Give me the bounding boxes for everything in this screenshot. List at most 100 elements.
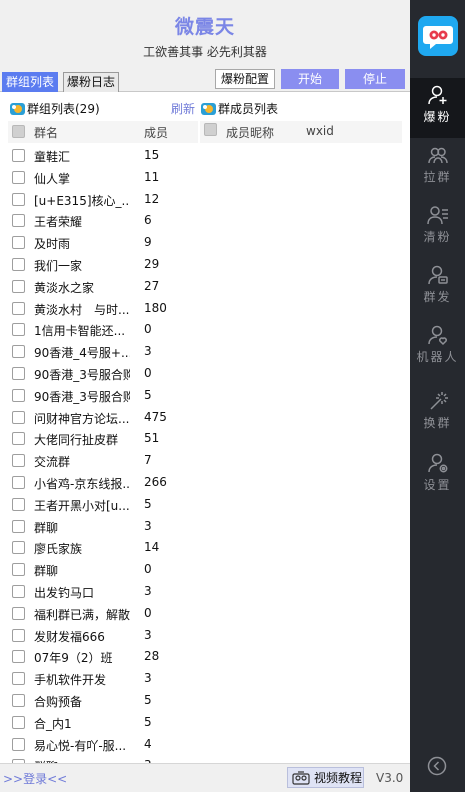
group-name: 群聊 (34, 564, 59, 579)
col-member-nickname: 成员昵称 (226, 126, 275, 140)
group-member-count: 15 (144, 148, 160, 162)
row-checkbox[interactable] (12, 301, 25, 315)
table-row[interactable]: 交流群 7 (0, 450, 200, 472)
nav-label: 机器人 (416, 350, 459, 364)
row-checkbox[interactable] (12, 737, 25, 751)
footer-bar: >>登录<< 视频教程 V3.0 (0, 763, 410, 792)
table-row[interactable]: 小省鸡-京东线报... 266 (0, 472, 200, 494)
table-row[interactable]: 王者开黑小对[u... 5 (0, 494, 200, 516)
member-table-header: 成员昵称 wxid (200, 121, 402, 143)
group-member-count: 5 (144, 714, 152, 729)
row-checkbox[interactable] (12, 279, 25, 293)
table-row[interactable]: 福利群已满，解散 0 (0, 603, 200, 625)
nav-settings[interactable]: 设置 (410, 446, 465, 506)
row-checkbox[interactable] (12, 519, 25, 533)
table-row[interactable]: 90香港_3号服合购 0 (0, 363, 200, 385)
table-row[interactable]: 廖氏家族 14 (0, 537, 200, 559)
table-row[interactable]: 90香港_4号服+... 3 (0, 341, 200, 363)
start-button[interactable]: 开始 (281, 69, 339, 89)
table-row[interactable]: 手机软件开发 3 (0, 668, 200, 690)
table-row[interactable]: 出发钓马口 3 (0, 581, 200, 603)
select-all-groups-checkbox[interactable] (12, 125, 25, 138)
group-list-title: 群组列表(29) (10, 100, 100, 117)
sidebar: 爆粉 拉群 清粉 群发 机器人 换群 设置 (410, 0, 465, 792)
video-tutorial-button[interactable]: 视频教程 (287, 767, 364, 788)
row-checkbox[interactable] (12, 149, 25, 162)
video-tutorial-label: 视频教程 (314, 771, 363, 785)
group-name: 小省鸡-京东线报... (34, 476, 130, 491)
member-list-title: 群成员列表 (201, 100, 278, 117)
table-row[interactable]: [u+E315]核心_... 12 (0, 189, 200, 211)
row-checkbox[interactable] (12, 650, 25, 664)
row-checkbox[interactable] (12, 345, 25, 359)
row-checkbox[interactable] (12, 257, 25, 271)
row-checkbox[interactable] (12, 410, 25, 424)
nav-label: 拉群 (423, 170, 452, 184)
table-row[interactable]: 合_内1 5 (0, 712, 200, 734)
row-checkbox[interactable] (12, 236, 25, 250)
table-row[interactable]: 90香港_3号服合购 5 (0, 385, 200, 407)
table-row[interactable]: 我们一家 29 (0, 254, 200, 276)
table-row[interactable]: 1信用卡智能还... 0 (0, 319, 200, 341)
group-member-count: 11 (144, 169, 160, 184)
row-checkbox[interactable] (12, 606, 25, 620)
row-checkbox[interactable] (12, 170, 25, 184)
row-checkbox[interactable] (12, 475, 25, 489)
table-row[interactable]: 合购预备 5 (0, 690, 200, 712)
nav-group-send[interactable]: 群发 (410, 258, 465, 318)
group-name: 出发钓马口 (34, 585, 95, 600)
refresh-link[interactable]: 刷新 (171, 100, 195, 117)
table-row[interactable]: 发财发福666 3 (0, 625, 200, 647)
row-checkbox[interactable] (12, 214, 25, 228)
table-row[interactable]: 王者荣耀 6 (0, 210, 200, 232)
col-group-members: 成员 (144, 126, 169, 140)
table-row[interactable]: 仙人掌 11 (0, 167, 200, 189)
row-checkbox[interactable] (12, 192, 25, 206)
nav-switch-group[interactable]: 换群 (410, 384, 465, 444)
select-all-members-checkbox[interactable] (204, 123, 217, 136)
collapse-button[interactable] (427, 756, 447, 776)
table-row[interactable]: 易心悦-有吖-服... 4 (0, 734, 200, 756)
login-link[interactable]: >>登录<< (3, 770, 67, 787)
app-slogan: 工欲善其事 必先利其器 (143, 45, 267, 59)
table-row[interactable]: 问财神官方论坛... 475 (0, 407, 200, 429)
penguin-icon (201, 102, 216, 116)
row-checkbox[interactable] (12, 432, 25, 446)
group-name: 1信用卡智能还... (34, 324, 126, 339)
user-message-icon (427, 265, 448, 285)
row-checkbox[interactable] (12, 672, 25, 686)
user-list-icon (426, 206, 448, 225)
row-checkbox[interactable] (12, 563, 25, 577)
row-checkbox[interactable] (12, 541, 25, 555)
row-checkbox[interactable] (12, 693, 25, 707)
row-checkbox[interactable] (12, 715, 25, 729)
table-row[interactable]: 群聊 0 (0, 559, 200, 581)
group-member-count: 0 (144, 365, 152, 380)
row-checkbox[interactable] (12, 388, 25, 402)
row-checkbox[interactable] (12, 454, 25, 468)
table-row[interactable]: 童鞋汇 15 (0, 145, 200, 167)
table-row[interactable]: 大佬同行扯皮群 51 (0, 428, 200, 450)
nav-fan-boost[interactable]: 爆粉 (410, 78, 465, 138)
group-list-title-text: 群组列表(29) (27, 102, 100, 116)
row-checkbox[interactable] (12, 366, 25, 380)
row-checkbox[interactable] (12, 323, 25, 337)
nav-clean-fans[interactable]: 清粉 (410, 198, 465, 258)
table-row[interactable]: 黄淡水之家 27 (0, 276, 200, 298)
row-checkbox[interactable] (12, 497, 25, 511)
tab-group-list[interactable]: 群组列表 (2, 72, 59, 92)
magic-wand-icon (429, 392, 448, 410)
group-name: 童鞋汇 (34, 150, 71, 164)
table-row[interactable]: 群聊 3 (0, 516, 200, 538)
group-member-count: 180 (144, 300, 167, 315)
row-checkbox[interactable] (12, 628, 25, 642)
table-row[interactable]: 及时雨 9 (0, 232, 200, 254)
stop-button[interactable]: 停止 (345, 69, 405, 89)
config-button[interactable]: 爆粉配置 (215, 69, 275, 89)
table-row[interactable]: 黄淡水村 与时... 180 (0, 298, 200, 320)
row-checkbox[interactable] (12, 584, 25, 598)
table-row[interactable]: 07年9（2）班 28 (0, 646, 200, 668)
nav-pull-group[interactable]: 拉群 (410, 138, 465, 198)
nav-robot[interactable]: 机器人 (410, 318, 465, 378)
tab-fan-log[interactable]: 爆粉日志 (63, 72, 120, 92)
